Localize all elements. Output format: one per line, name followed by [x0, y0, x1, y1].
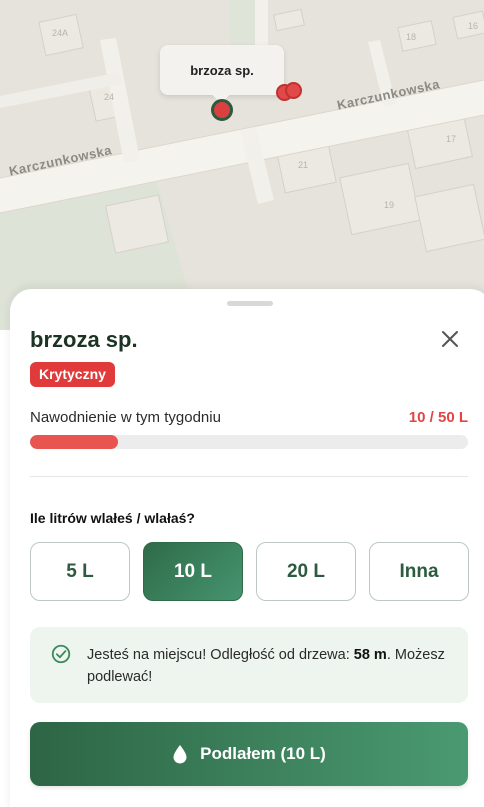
status-badge: Krytyczny: [30, 362, 115, 387]
liters-question: Ile litrów wlałeś / wlałaś?: [30, 510, 195, 526]
map-pin-tooltip: brzoza sp.: [160, 45, 284, 95]
close-icon[interactable]: [438, 327, 462, 351]
watering-progress-fill: [30, 435, 118, 449]
option-10l-button[interactable]: 10 L: [143, 542, 243, 601]
option-other-button[interactable]: Inna: [369, 542, 469, 601]
divider: [30, 476, 468, 477]
option-20l-button[interactable]: 20 L: [256, 542, 356, 601]
watering-value: 10 / 50 L: [408, 409, 468, 426]
house-number: 18: [406, 32, 417, 42]
check-circle-icon: [51, 644, 71, 664]
liters-options: 5 L 10 L 20 L Inna: [30, 542, 470, 602]
house-number: 24: [104, 92, 115, 102]
house-number: 19: [384, 200, 395, 210]
tree-details-sheet: brzoza sp. Krytyczny Nawodnienie w tym t…: [10, 289, 484, 807]
water-confirm-label: Podlałem (10 L): [200, 744, 326, 763]
house-number: 21: [298, 160, 309, 170]
water-drop-icon: [173, 745, 187, 764]
house-number: 16: [468, 21, 479, 31]
house-number: 17: [446, 134, 457, 144]
location-info-box: Jesteś na miejscu! Odległość od drzewa: …: [30, 627, 468, 703]
water-confirm-button[interactable]: Podlałem (10 L): [30, 722, 468, 786]
option-5l-button[interactable]: 5 L: [30, 542, 130, 601]
map-pin-icon[interactable]: [211, 99, 233, 121]
tree-title: brzoza sp.: [30, 327, 138, 352]
map-view[interactable]: Karczunkowska Karczunkowska 24A 24 18 16…: [0, 0, 484, 330]
watering-label: Nawodnienie w tym tygodniu: [30, 409, 221, 426]
distance-value: 58 m: [353, 647, 387, 663]
sheet-drag-handle[interactable]: [227, 301, 273, 306]
map-pin-icon[interactable]: [285, 82, 302, 99]
house-number: 24A: [52, 28, 69, 38]
location-info-text: Jesteś na miejscu! Odległość od drzewa: …: [87, 647, 445, 685]
watering-progress-bar: [30, 435, 468, 449]
